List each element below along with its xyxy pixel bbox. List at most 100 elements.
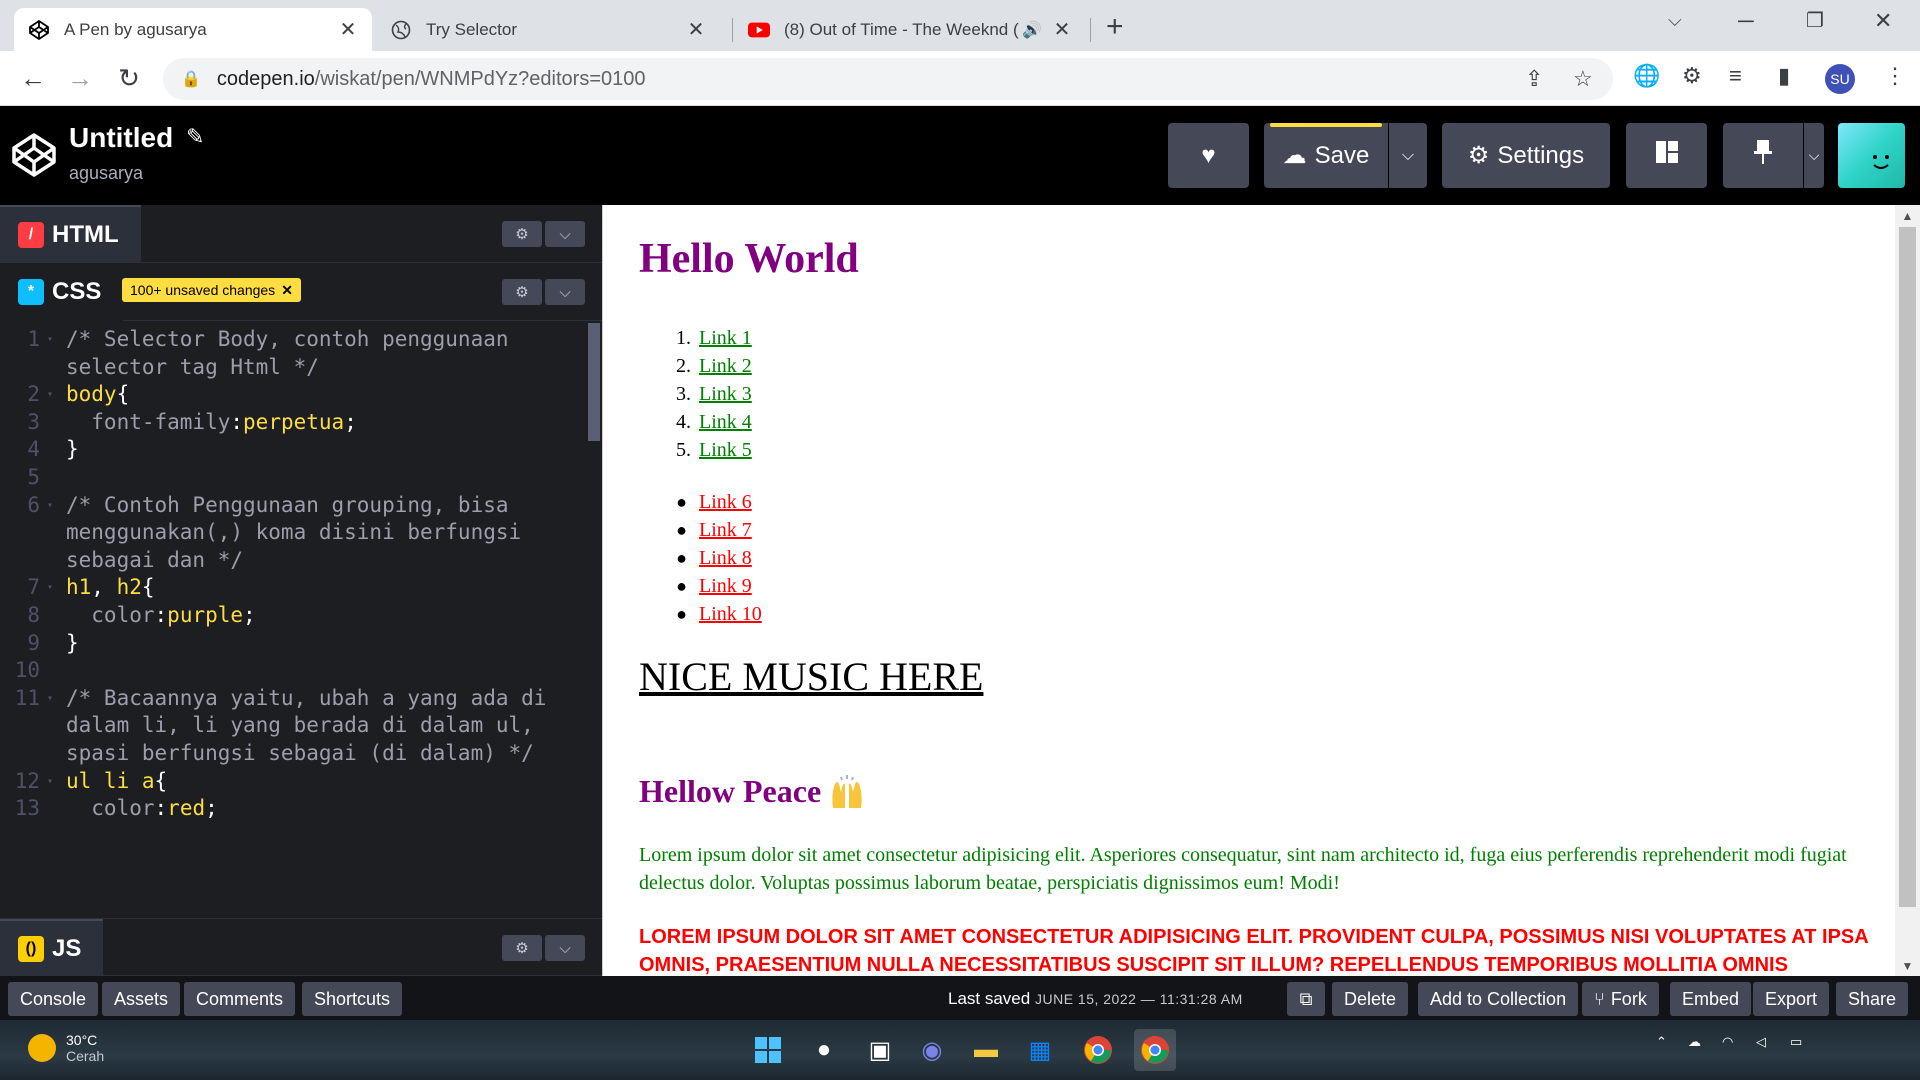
wifi-icon[interactable]: ◠ xyxy=(1722,1034,1733,1050)
fold-arrow-icon[interactable]: ▾ xyxy=(47,582,53,593)
cloud-icon[interactable]: ☁ xyxy=(1688,1034,1701,1050)
assets-button[interactable]: Assets xyxy=(102,982,181,1016)
speaker-icon[interactable]: 🔊 xyxy=(1022,20,1042,40)
console-button[interactable]: Console xyxy=(8,982,99,1016)
close-icon[interactable]: ✕ xyxy=(686,17,706,42)
codepen-logo-icon[interactable] xyxy=(10,131,58,179)
gear-icon[interactable]: ⚙ xyxy=(502,221,542,247)
lock-icon[interactable]: 🔒 xyxy=(181,69,201,89)
preview-link[interactable]: Link 8 xyxy=(699,547,752,570)
share-icon[interactable]: ⇪ xyxy=(1525,58,1543,100)
minimize-icon[interactable]: ─ xyxy=(1738,8,1754,34)
scroll-up-icon[interactable]: ▲ xyxy=(1895,209,1920,223)
store-icon[interactable]: ▦ xyxy=(1022,1032,1058,1068)
save-button[interactable]: ☁ Save xyxy=(1264,123,1388,188)
puzzle-icon[interactable]: ⚙ xyxy=(1682,63,1702,89)
tab-search-icon[interactable]: ⌵ xyxy=(1668,10,1682,31)
avatar[interactable] xyxy=(1838,123,1905,188)
pin-button[interactable] xyxy=(1723,123,1803,188)
share-button[interactable]: Share xyxy=(1836,982,1909,1016)
code-line: } xyxy=(66,437,79,461)
settings-button[interactable]: ⚙ Settings xyxy=(1442,123,1610,188)
pin-options-button[interactable]: ⌵ xyxy=(1804,123,1824,188)
close-window-icon[interactable]: ✕ xyxy=(1874,8,1892,34)
embed-button[interactable]: Embed xyxy=(1670,982,1752,1016)
preview-scrollbar[interactable]: ▲ ▼ xyxy=(1895,205,1920,976)
search-icon[interactable]: ● xyxy=(806,1032,842,1068)
preview-link[interactable]: Link 9 xyxy=(699,575,752,598)
list-item: ● Link 9 xyxy=(639,572,762,600)
fold-arrow-icon[interactable]: ▾ xyxy=(47,334,53,345)
reload-icon[interactable]: ↻ xyxy=(112,61,146,95)
star-icon[interactable]: ☆ xyxy=(1573,58,1593,100)
weather-widget[interactable]: 30°C Cerah xyxy=(28,1032,104,1064)
resize-gutter[interactable] xyxy=(602,205,627,976)
comments-button[interactable]: Comments xyxy=(184,982,296,1016)
chrome-profile-icon[interactable] xyxy=(1134,1029,1176,1071)
battery-icon[interactable]: ▭ xyxy=(1790,1034,1802,1050)
fold-arrow-icon[interactable]: ▾ xyxy=(47,693,53,704)
css-code-editor[interactable]: 1 ▾ /* Selector Body, contoh penggunaan sel… xyxy=(0,321,590,923)
tab-a-pen[interactable]: A Pen by agusarya ✕ xyxy=(14,8,372,51)
scroll-down-icon[interactable]: ▼ xyxy=(1895,959,1920,973)
unsaved-changes-badge[interactable]: 100+ unsaved changes ✕ xyxy=(122,278,301,302)
tab-separator xyxy=(1090,18,1091,42)
gear-icon[interactable]: ⚙ xyxy=(502,935,542,961)
restore-icon[interactable]: ❐ xyxy=(1806,8,1824,33)
preview-link[interactable]: Link 7 xyxy=(699,519,752,542)
fold-arrow-icon[interactable]: ▾ xyxy=(47,500,53,511)
preview-link[interactable]: Link 2 xyxy=(699,355,752,378)
delete-button[interactable]: Delete xyxy=(1332,982,1409,1016)
forward-icon[interactable]: → xyxy=(63,61,97,95)
add-to-collection-button[interactable]: Add to Collection xyxy=(1418,982,1579,1016)
task-view-icon[interactable]: ▣ xyxy=(862,1032,898,1068)
chevron-down-icon[interactable]: ⌵ xyxy=(545,279,585,305)
tab-js[interactable]: () JS xyxy=(0,919,104,977)
pencil-icon[interactable]: ✎ xyxy=(186,124,204,150)
chrome-icon[interactable] xyxy=(1080,1032,1116,1068)
editor-scrollbar[interactable] xyxy=(588,323,600,441)
menu-icon[interactable]: ⋮ xyxy=(1884,63,1906,89)
gear-icon[interactable]: ⚙ xyxy=(502,279,542,305)
preview-link[interactable]: Link 3 xyxy=(699,383,752,406)
avatar[interactable]: SU xyxy=(1825,64,1855,94)
tab-html[interactable]: / HTML xyxy=(0,205,141,263)
tab-youtube[interactable]: (8) Out of Time - The Weeknd ( 🔊 ✕ xyxy=(734,8,1086,51)
file-explorer-icon[interactable]: ▬ xyxy=(968,1032,1004,1068)
preview-link[interactable]: Link 10 xyxy=(699,603,762,626)
media-control-icon[interactable]: ≡ xyxy=(1729,63,1742,89)
layout-button[interactable] xyxy=(1626,123,1707,188)
address-bar[interactable]: 🔒 codepen.io/wiskat/pen/WNMPdYz?editors=… xyxy=(163,58,1613,100)
chevron-down-icon[interactable]: ⌵ xyxy=(545,935,585,961)
close-icon[interactable]: ✕ xyxy=(338,17,358,42)
export-button[interactable]: Export xyxy=(1753,982,1830,1016)
tab-try-selector[interactable]: Try Selector ✕ xyxy=(376,8,720,51)
back-icon[interactable]: ← xyxy=(16,61,50,95)
side-panel-icon[interactable]: ▮ xyxy=(1778,63,1790,89)
open-external-icon[interactable]: ⧉ xyxy=(1287,982,1325,1016)
preview-link[interactable]: Link 6 xyxy=(699,491,752,514)
start-icon[interactable] xyxy=(750,1032,786,1068)
pen-title[interactable]: Untitled xyxy=(69,122,173,154)
fork-button[interactable]: ⑂ Fork xyxy=(1582,982,1659,1016)
volume-icon[interactable]: ◁ xyxy=(1756,1034,1766,1050)
fold-arrow-icon[interactable]: ▾ xyxy=(47,776,53,787)
preview-link[interactable]: Link 4 xyxy=(699,411,752,434)
save-options-button[interactable]: ⌵ xyxy=(1389,123,1427,188)
chevron-up-icon[interactable]: ⌃ xyxy=(1656,1034,1667,1050)
chat-icon[interactable]: ◉ xyxy=(914,1032,950,1068)
pen-author[interactable]: agusarya xyxy=(69,163,143,184)
like-button[interactable]: ♥ xyxy=(1168,123,1249,188)
fold-arrow-icon[interactable]: ▾ xyxy=(47,389,53,400)
close-icon[interactable]: ✕ xyxy=(1052,17,1072,42)
tab-css[interactable]: * CSS xyxy=(0,263,124,321)
scroll-thumb[interactable] xyxy=(1899,227,1916,907)
preview-link[interactable]: Link 1 xyxy=(699,327,752,350)
preview-link[interactable]: Link 5 xyxy=(699,439,752,462)
new-tab-button[interactable]: + xyxy=(1106,10,1124,44)
chevron-down-icon[interactable]: ⌵ xyxy=(545,221,585,247)
extension-globe-icon[interactable]: 🌐 xyxy=(1633,63,1660,89)
close-icon[interactable]: ✕ xyxy=(281,282,293,299)
code-line: font-family:perpetua; xyxy=(66,410,357,434)
shortcuts-button[interactable]: Shortcuts xyxy=(302,982,403,1016)
